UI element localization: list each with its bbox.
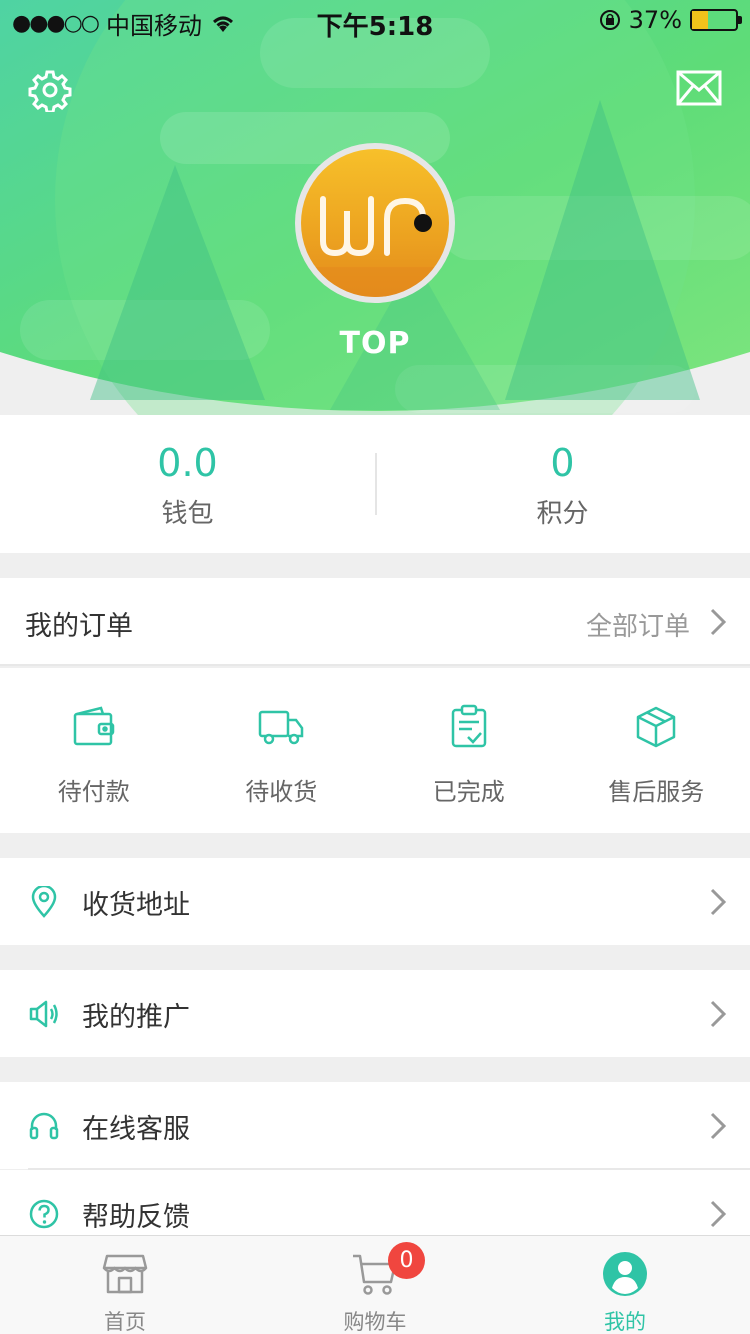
order-completed-label: 已完成	[432, 778, 505, 806]
store-icon	[102, 1254, 148, 1294]
orders-grid: 待付款 待收货 已完成 售后服务	[0, 668, 750, 833]
messages-button[interactable]	[676, 70, 722, 110]
order-after-sales-label: 售后服务	[608, 778, 705, 806]
chevron-right-icon	[710, 1200, 727, 1228]
truck-icon	[259, 710, 304, 745]
all-orders-link[interactable]: 全部订单	[586, 606, 690, 643]
menu-help-feedback[interactable]: 帮助反馈	[0, 1170, 750, 1235]
profile-header: ●●●○○ 中国移动 下午5:18 37% TOP	[0, 0, 750, 415]
tab-home[interactable]: 首页	[0, 1236, 250, 1334]
settings-button[interactable]	[28, 68, 72, 116]
chevron-right-icon[interactable]	[708, 607, 728, 637]
speaker-icon	[29, 1000, 58, 1028]
avatar-logo	[301, 149, 449, 297]
battery-level	[692, 11, 709, 29]
points-value: 0	[550, 441, 575, 485]
tab-mine[interactable]: 我的	[500, 1236, 750, 1334]
points-stat[interactable]: 0 积分	[375, 415, 750, 553]
tab-bar: 首页 购物车 我的	[0, 1235, 750, 1334]
chevron-right-icon	[710, 888, 727, 916]
orders-title: 我的订单	[25, 611, 133, 642]
gear-icon	[28, 70, 72, 114]
status-bar: ●●●○○ 中国移动 下午5:18 37%	[0, 0, 750, 42]
tab-mine-label: 我的	[604, 1310, 646, 1334]
battery-percent: 37%	[628, 6, 682, 34]
battery-icon	[690, 9, 742, 31]
help-circle-icon	[29, 1199, 59, 1229]
wallet-stat[interactable]: 0.0 钱包	[0, 415, 375, 553]
points-label: 积分	[536, 499, 589, 529]
headset-icon	[29, 1112, 59, 1140]
wallet-value: 0.0	[157, 441, 218, 485]
avatar[interactable]	[295, 143, 455, 303]
order-pending-payment-label: 待付款	[57, 778, 130, 806]
location-pin-icon	[31, 886, 57, 918]
tab-cart-label: 购物车	[343, 1310, 407, 1334]
orientation-lock-icon	[599, 10, 620, 30]
menu-shipping-address[interactable]: 收货地址	[0, 858, 750, 945]
order-after-sales[interactable]: 售后服务	[563, 668, 750, 833]
box-icon	[637, 706, 676, 748]
wallet-label: 钱包	[161, 499, 214, 529]
wallet-icon	[73, 706, 114, 746]
cart-badge: 0	[388, 1242, 425, 1279]
tab-home-label: 首页	[104, 1310, 146, 1334]
logo-image	[301, 196, 449, 297]
stats-divider	[375, 453, 377, 515]
menu-online-service[interactable]: 在线客服	[0, 1082, 750, 1169]
menu-my-promotion-label: 我的推广	[82, 1002, 190, 1033]
chevron-right-icon	[710, 1112, 727, 1140]
orders-header: 我的订单 全部订单	[0, 578, 750, 666]
menu-online-service-label: 在线客服	[82, 1114, 190, 1145]
clipboard-check-icon	[451, 704, 486, 748]
order-pending-delivery[interactable]: 待收货	[188, 668, 376, 833]
order-pending-delivery-label: 待收货	[245, 778, 318, 806]
tab-cart[interactable]: 购物车	[250, 1236, 500, 1334]
menu-shipping-address-label: 收货地址	[82, 890, 190, 921]
order-pending-payment[interactable]: 待付款	[0, 668, 188, 833]
username: TOP	[339, 326, 411, 361]
chevron-right-icon	[710, 1000, 727, 1028]
user-icon	[603, 1252, 647, 1296]
order-completed[interactable]: 已完成	[375, 668, 563, 833]
menu-my-promotion[interactable]: 我的推广	[0, 970, 750, 1057]
menu-help-feedback-label: 帮助反馈	[82, 1202, 190, 1233]
mail-icon	[676, 70, 722, 106]
